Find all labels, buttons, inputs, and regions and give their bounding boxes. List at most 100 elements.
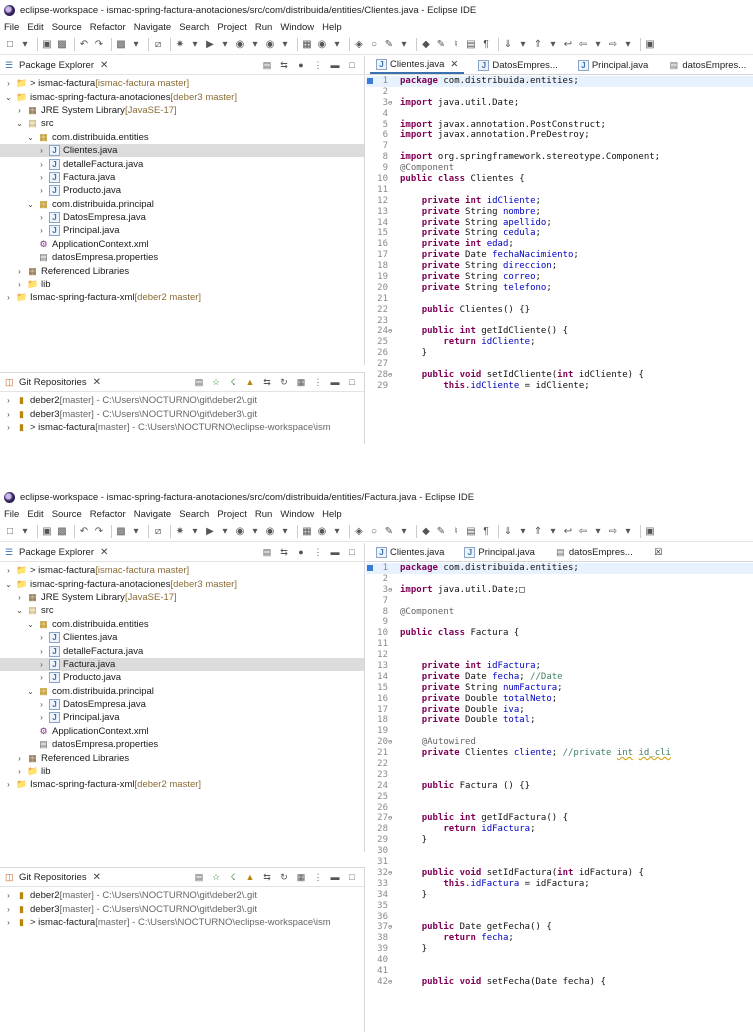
code-area[interactable]: 1 package com.distribuida.entities; 2 3 ⊖ imp… <box>366 76 753 444</box>
close-icon[interactable]: ☒ <box>653 547 664 558</box>
open-type-icon[interactable]: ◈ <box>353 526 365 538</box>
dropdown-icon[interactable]: ▾ <box>592 526 604 538</box>
clone-repository-icon[interactable]: ☇ <box>227 376 239 388</box>
dropdown-icon[interactable]: ▾ <box>398 526 410 538</box>
package-explorer-title[interactable]: Package Explorer <box>19 60 94 71</box>
chevron-right-icon[interactable]: › <box>37 186 46 195</box>
close-icon[interactable]: ✕ <box>93 377 101 388</box>
tree-item[interactable]: › J Principal.java <box>0 711 364 724</box>
markers-icon[interactable]: ♮ <box>450 39 462 51</box>
minimize-icon[interactable]: ▬ <box>329 376 341 388</box>
fold-toggle-icon[interactable]: ⊖ <box>388 585 392 596</box>
view-menu-icon[interactable]: ⋮ <box>312 546 324 558</box>
maximize-icon[interactable]: □ <box>346 871 358 883</box>
tree-item[interactable]: › J Factura.java <box>0 171 364 184</box>
tree-item[interactable]: › ▦ Referenced Libraries <box>0 264 364 277</box>
save-icon[interactable]: ▣ <box>41 526 53 538</box>
dropdown-icon[interactable]: ▾ <box>622 39 634 51</box>
tree-item[interactable]: ⚙ ApplicationContext.xml <box>0 725 364 738</box>
chevron-right-icon[interactable]: › <box>37 700 46 709</box>
chevron-right-icon[interactable]: › <box>37 713 46 722</box>
tree-item[interactable]: › 📁 lib <box>0 765 364 778</box>
tree-item[interactable]: ⌄ ▤ src <box>0 117 364 130</box>
menu-search[interactable]: Search <box>179 509 209 520</box>
forward-icon[interactable]: ↷ <box>93 526 105 538</box>
dropdown-icon[interactable]: ▾ <box>249 39 261 51</box>
chevron-down-icon[interactable]: ⌄ <box>15 606 24 615</box>
tree-item[interactable]: › JdetalleFactura.java <box>0 157 364 170</box>
link-with-editor-icon[interactable]: ⇆ <box>278 546 290 558</box>
dropdown-icon[interactable]: ▾ <box>130 39 142 51</box>
terminal-icon[interactable]: ▩ <box>115 526 127 538</box>
save-all-icon[interactable]: ▩ <box>56 526 68 538</box>
chevron-down-icon[interactable]: ⌄ <box>15 119 24 128</box>
new-icon[interactable]: □ <box>4 526 16 538</box>
chevron-down-icon[interactable]: ⌄ <box>26 200 35 209</box>
chevron-right-icon[interactable]: › <box>37 647 46 656</box>
chevron-right-icon[interactable]: › <box>15 754 24 763</box>
terminal-icon[interactable]: ▩ <box>115 39 127 51</box>
fold-toggle-icon[interactable]: ⊖ <box>388 98 392 109</box>
dropdown-icon[interactable]: ▾ <box>279 39 291 51</box>
layout-icon[interactable]: ▦ <box>295 871 307 883</box>
dropdown-icon[interactable]: ▾ <box>547 39 559 51</box>
chevron-right-icon[interactable]: › <box>4 410 13 419</box>
last-edit-icon[interactable]: ↩ <box>562 39 574 51</box>
chevron-down-icon[interactable]: ⌄ <box>4 580 13 589</box>
menu-edit[interactable]: Edit <box>27 509 43 520</box>
new-java-project-icon[interactable]: ▦ <box>301 39 313 51</box>
dropdown-icon[interactable]: ▾ <box>130 526 142 538</box>
dropdown-icon[interactable]: ▾ <box>249 526 261 538</box>
menu-source[interactable]: Source <box>52 22 82 33</box>
tree-item[interactable]: › ▦ JRE System Library [JavaSE-17] <box>0 591 364 604</box>
tree-item[interactable]: ⌄ ▦ com.distribuida.entities <box>0 131 364 144</box>
tree-item[interactable]: ▤ datosEmpresa.properties <box>0 738 364 751</box>
refresh-icon[interactable]: ↻ <box>278 376 290 388</box>
menu-navigate[interactable]: Navigate <box>134 22 172 33</box>
filter-icon[interactable]: ● <box>295 59 307 71</box>
minimize-icon[interactable]: ▬ <box>329 59 341 71</box>
fold-toggle-icon[interactable]: ⊖ <box>388 922 392 933</box>
filter-icon[interactable]: ● <box>295 546 307 558</box>
dropdown-icon[interactable]: ▾ <box>622 526 634 538</box>
last-edit-icon[interactable]: ↩ <box>562 526 574 538</box>
next-annotation-icon[interactable]: ⇓ <box>502 39 514 51</box>
editor-tab[interactable]: ▤ datosEmpres... <box>662 57 752 74</box>
dropdown-icon[interactable]: ▾ <box>398 39 410 51</box>
fold-toggle-icon[interactable]: ⊖ <box>388 813 392 824</box>
run-icon[interactable]: ▶ <box>204 526 216 538</box>
open-task-icon[interactable]: ○ <box>368 39 380 51</box>
block-select-icon[interactable]: ▤ <box>465 39 477 51</box>
fold-toggle-icon[interactable]: ⊖ <box>388 370 392 381</box>
dropdown-icon[interactable]: ▾ <box>517 39 529 51</box>
highlight-icon[interactable]: ✎ <box>435 39 447 51</box>
menu-refactor[interactable]: Refactor <box>90 509 126 520</box>
link-with-editor-icon[interactable]: ⇆ <box>278 59 290 71</box>
editor-tab[interactable]: ▤ datosEmpres... <box>549 544 639 561</box>
tree-item[interactable]: › J Producto.java <box>0 671 364 684</box>
code-area[interactable]: 1 package com.distribuida.entities; 2 3 ⊖ imp… <box>366 563 753 1032</box>
run-icon[interactable]: ▶ <box>204 39 216 51</box>
tree-item[interactable]: ⌄ ▦ com.distribuida.principal <box>0 198 364 211</box>
chevron-down-icon[interactable]: ⌄ <box>26 133 35 142</box>
tree-item[interactable]: › JdetalleFactura.java <box>0 644 364 657</box>
new-class-icon[interactable]: ◉ <box>316 39 328 51</box>
highlight-icon[interactable]: ✎ <box>435 526 447 538</box>
dropdown-icon[interactable]: ▾ <box>189 39 201 51</box>
chevron-right-icon[interactable]: › <box>37 226 46 235</box>
create-repository-icon[interactable]: ▲ <box>244 871 256 883</box>
debug-icon[interactable]: ✷ <box>174 39 186 51</box>
git-repository-item[interactable]: › ▮ deber2 [master] - C:\Users\NOCTURNO\gi… <box>0 889 364 902</box>
collapse-all-icon[interactable]: ▤ <box>193 871 205 883</box>
chevron-right-icon[interactable]: › <box>15 767 24 776</box>
dropdown-icon[interactable]: ▾ <box>219 39 231 51</box>
tree-item[interactable]: ⌄ 📁 ismac-spring-factura-anotaciones [debe… <box>0 577 364 590</box>
collapse-all-icon[interactable]: ▤ <box>261 546 273 558</box>
clone-repository-icon[interactable]: ☇ <box>227 871 239 883</box>
close-icon[interactable]: ✕ <box>100 547 108 558</box>
chevron-right-icon[interactable]: › <box>15 593 24 602</box>
close-icon[interactable]: ✕ <box>450 59 458 70</box>
pin-icon[interactable]: ◆ <box>420 39 432 51</box>
next-annotation-icon[interactable]: ⇓ <box>502 526 514 538</box>
fold-toggle-icon[interactable]: ⊖ <box>388 868 392 879</box>
